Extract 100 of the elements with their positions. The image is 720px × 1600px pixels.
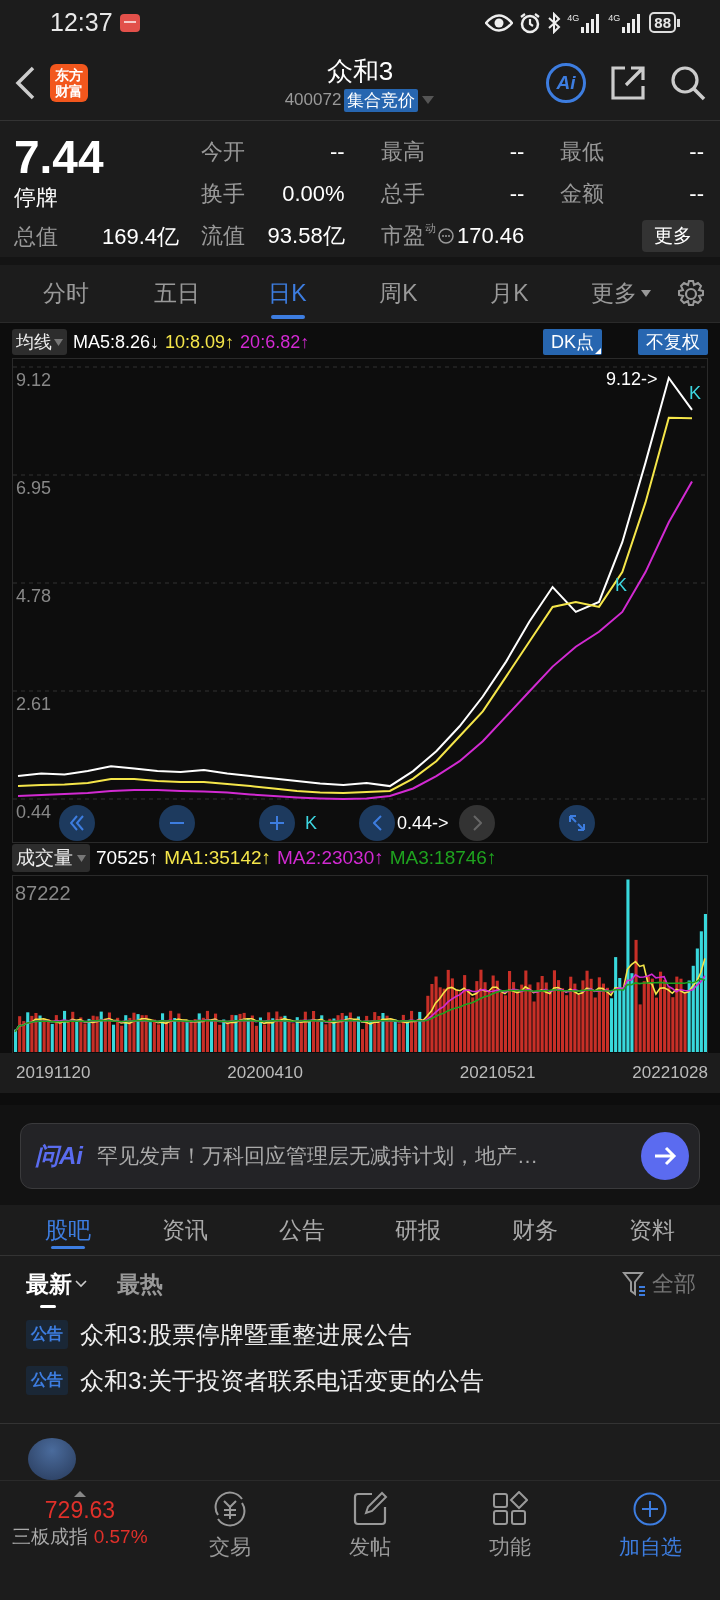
signal-marker: K — [615, 575, 627, 595]
eye-icon — [485, 13, 514, 32]
axis-label: 87222 — [15, 882, 71, 905]
filter-button[interactable]: 全部 — [622, 1269, 696, 1300]
stat-label: 总手 — [380, 180, 425, 208]
status-badge: 集合竞价 — [344, 88, 419, 112]
back-icon[interactable] — [14, 65, 36, 100]
section-tab[interactable]: 研报 — [360, 1205, 477, 1256]
filter-icon — [622, 1271, 646, 1298]
rewind-icon — [70, 815, 84, 831]
expand-button[interactable] — [559, 805, 595, 841]
legend-text: 20:6.82↑ — [240, 331, 310, 353]
axis-label: 0.44 — [16, 802, 52, 822]
dk-button[interactable]: DK点 — [543, 329, 602, 355]
rewind-button[interactable] — [59, 805, 95, 841]
signal-marker: K — [689, 383, 701, 403]
axis-label: 6.95 — [16, 478, 52, 498]
stat-value: -- — [509, 181, 525, 207]
sort-tab[interactable]: 最热 — [117, 1268, 163, 1300]
app-logo: 东方 财富 — [50, 63, 88, 102]
grid-icon — [492, 1491, 528, 1527]
app-notification-icon — [118, 11, 141, 34]
info-icon[interactable] — [438, 228, 455, 244]
stat-value: -- — [330, 139, 345, 165]
news-title: 众和3:股票停牌暨重整进展公告 — [80, 1319, 412, 1350]
date-label: 20191120 — [16, 1063, 91, 1083]
stat-value: -- — [689, 139, 704, 165]
news-item[interactable]: 公告 众和3:关于投资者联系电话变更的公告 — [26, 1364, 694, 1397]
network-type: 4G — [608, 12, 621, 23]
section-tab[interactable]: 公告 — [243, 1205, 360, 1256]
chart-tab[interactable]: 月K — [454, 264, 565, 323]
zoom-out-button[interactable] — [159, 805, 195, 841]
stat-label: 最低 — [560, 138, 605, 166]
chart-tab[interactable]: 五日 — [121, 264, 232, 323]
zoom-out-icon — [169, 821, 185, 825]
settings-icon[interactable] — [676, 278, 706, 309]
index-name[interactable]: 三板成指 0.57% — [12, 1524, 148, 1550]
chart-tab[interactable]: 分时 — [10, 264, 121, 323]
chart-tab[interactable]: 日K — [232, 264, 343, 323]
nav-item[interactable]: 加自选 — [580, 1491, 720, 1600]
news-item[interactable]: 公告 众和3:股票停牌暨重整进展公告 — [26, 1318, 694, 1351]
section-tab[interactable]: 资料 — [593, 1205, 711, 1256]
send-button[interactable] — [641, 1132, 689, 1180]
section-tab[interactable]: 财务 — [476, 1205, 594, 1256]
add-icon — [632, 1491, 668, 1527]
section-tab[interactable]: 资讯 — [126, 1205, 244, 1256]
more-menu[interactable]: 更多 — [565, 264, 676, 323]
nav-item[interactable]: 交易 — [160, 1491, 300, 1600]
expand-icon — [569, 815, 585, 831]
date-label: 20221028 — [632, 1063, 708, 1083]
nav-item[interactable]: 功能 — [440, 1491, 580, 1600]
stat-value: 169.4亿 — [101, 223, 179, 251]
stat-value: -- — [689, 181, 704, 207]
stat-value: 93.58亿 — [267, 222, 345, 250]
caret-icon[interactable] — [75, 1280, 87, 1289]
edit-icon — [352, 1491, 388, 1527]
stat-value: 0.00% — [282, 181, 345, 207]
adjust-button[interactable]: 不复权 — [638, 329, 708, 355]
ai-button[interactable]: Ai — [546, 62, 586, 103]
user-avatar — [28, 1437, 76, 1480]
indicator-dropdown[interactable]: 成交量 — [12, 844, 90, 872]
legend-text: MA5:8.26↓ — [73, 331, 160, 353]
index-value[interactable]: 729.63 — [44, 1497, 116, 1524]
indicator-dropdown[interactable]: 均线 — [12, 329, 67, 355]
stat-label: 流值 — [201, 222, 245, 250]
stat-label: 金额 — [560, 180, 605, 208]
legend-text: 10:8.09↑ — [165, 331, 235, 353]
low-label: 0.44-> — [397, 813, 449, 833]
news-tag: 公告 — [26, 1366, 68, 1396]
last-price: 7.44 — [14, 131, 105, 183]
ai-prompt-bar[interactable]: 问Ai 罕见发声！万科回应管理层无减持计划，地产… — [20, 1123, 700, 1189]
stock-code: 400072 — [284, 90, 342, 110]
signal-marker: K — [305, 813, 317, 833]
alarm-icon — [519, 11, 542, 34]
section-tab[interactable]: 股吧 — [10, 1205, 127, 1256]
arrow-icon — [653, 1146, 677, 1166]
zoom-in-button[interactable] — [259, 805, 295, 841]
stat-label: 最高 — [380, 138, 425, 166]
stat-label: 市盈$^{动}$ — [380, 221, 436, 250]
left-arrow-button[interactable] — [359, 805, 395, 841]
axis-label: 4.78 — [16, 586, 52, 606]
chart-tab[interactable]: 周K — [343, 264, 454, 323]
news-title: 众和3:关于投资者联系电话变更的公告 — [80, 1365, 484, 1396]
share-icon[interactable] — [610, 64, 646, 101]
stat-value: -- — [509, 139, 525, 165]
search-icon[interactable] — [670, 64, 706, 101]
legend-text: 70525↑ — [96, 847, 159, 869]
caret-icon[interactable] — [640, 289, 651, 298]
news-tag: 公告 — [26, 1320, 68, 1350]
network-type: 4G — [567, 12, 580, 23]
more-button[interactable]: 更多 — [642, 220, 704, 252]
zoom-in-icon — [269, 815, 285, 831]
high-label: 9.12-> — [606, 369, 658, 389]
nav-item[interactable]: 发帖 — [300, 1491, 440, 1600]
clock-time: 12:37 — [50, 8, 113, 37]
date-label: 20200410 — [227, 1063, 303, 1083]
legend-text: MA2:23030↑ — [277, 847, 384, 869]
legend-text: MA3:18746↑ — [389, 847, 497, 869]
bluetooth-icon — [547, 11, 562, 34]
stat-label: 换手 — [201, 180, 245, 208]
